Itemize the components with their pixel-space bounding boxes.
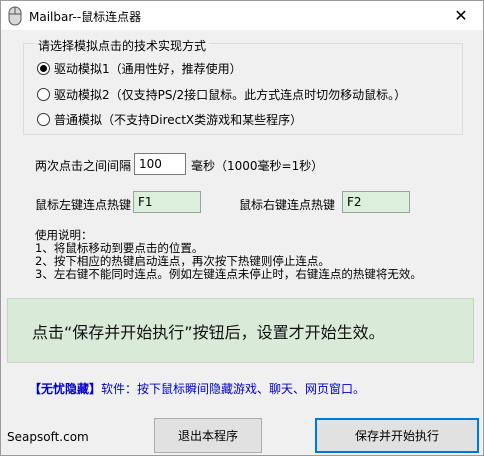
right-hotkey-input[interactable]: F2 bbox=[342, 191, 410, 213]
usage-line: 3、左右键不能同时连点。例如左键连点未停止时，右键连点的热键将无效。 bbox=[35, 267, 422, 281]
promo-link[interactable]: 【无忧隐藏】软件：按下鼠标瞬间隐藏游戏、聊天、网页窗口。 bbox=[29, 380, 365, 397]
notice-text: 点击“保存并开始执行”按钮后，设置才开始生效。 bbox=[32, 323, 385, 342]
left-hotkey-input[interactable]: F1 bbox=[133, 191, 201, 213]
radio-button[interactable] bbox=[37, 87, 50, 101]
save-and-start-button[interactable]: 保存并开始执行 bbox=[315, 418, 479, 453]
radio-driver-2[interactable]: 驱动模拟2（仅支持PS/2接口鼠标。此方式连点时切勿移动鼠标。） bbox=[37, 85, 406, 103]
promo-tag: 【无忧隐藏】 bbox=[29, 382, 102, 396]
promo-text: 软件：按下鼠标瞬间隐藏游戏、聊天、网页窗口。 bbox=[101, 382, 366, 396]
window-title: Mailbar--鼠标连点器 bbox=[29, 10, 142, 24]
title-bar: Mailbar--鼠标连点器 ✕ bbox=[1, 1, 483, 31]
close-icon: ✕ bbox=[454, 6, 468, 25]
interval-unit: 毫秒（1000毫秒=1秒） bbox=[191, 159, 324, 173]
radio-driver-1[interactable]: 驱动模拟1（通用性好，推荐使用） bbox=[37, 59, 242, 77]
radio-label: 普通模拟（不支持DirectX类游戏和某些程序） bbox=[54, 112, 303, 127]
app-window: Mailbar--鼠标连点器 ✕ 请选择模拟点击的技术实现方式 驱动模拟1（通用… bbox=[0, 0, 484, 456]
radio-button[interactable] bbox=[37, 61, 50, 75]
left-hotkey-label: 鼠标左键连点热键 bbox=[35, 198, 132, 212]
exit-button[interactable]: 退出本程序 bbox=[154, 418, 262, 453]
radio-button[interactable] bbox=[37, 112, 50, 126]
radio-normal[interactable]: 普通模拟（不支持DirectX类游戏和某些程序） bbox=[37, 110, 302, 128]
interval-input[interactable]: 100 bbox=[134, 153, 186, 175]
mouse-icon bbox=[8, 6, 22, 26]
usage-instructions: 使用说明： 1、将鼠标移动到要点击的位置。 2、按下相应的热键启动连点，再次按下… bbox=[35, 229, 422, 281]
interval-label: 两次点击之间间隔 bbox=[35, 159, 132, 173]
close-button[interactable]: ✕ bbox=[439, 1, 483, 30]
method-group-legend: 请选择模拟点击的技术实现方式 bbox=[35, 37, 210, 54]
right-hotkey-label: 鼠标右键连点热键 bbox=[239, 198, 336, 212]
notice-banner: 点击“保存并开始执行”按钮后，设置才开始生效。 bbox=[7, 298, 474, 363]
site-label: Seapsoft.com bbox=[7, 430, 89, 444]
radio-label: 驱动模拟1（通用性好，推荐使用） bbox=[54, 61, 242, 76]
radio-label: 驱动模拟2（仅支持PS/2接口鼠标。此方式连点时切勿移动鼠标。） bbox=[54, 87, 407, 102]
